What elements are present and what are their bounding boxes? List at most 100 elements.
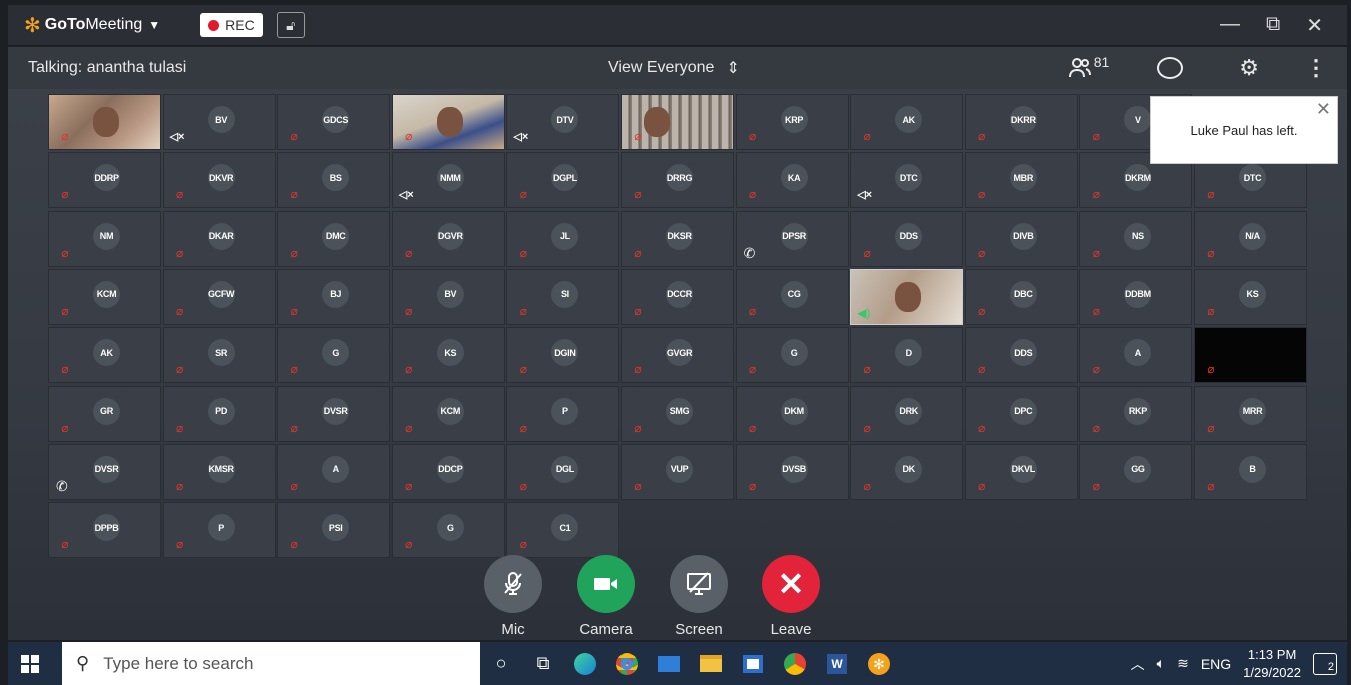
cortana-icon[interactable]: ○	[480, 642, 522, 685]
more-options-icon[interactable]: ⋮	[1305, 55, 1327, 81]
restore-button[interactable]: ⧉	[1266, 13, 1280, 38]
participant-tile[interactable]: DK ⌀	[850, 443, 964, 500]
participant-tile[interactable]: A ⌀	[1079, 327, 1193, 384]
participant-tile[interactable]: DTC ◁×	[850, 152, 964, 209]
participant-video[interactable]: ⌀	[391, 94, 505, 150]
participant-tile[interactable]: DGPL ⌀	[506, 152, 620, 209]
participant-tile[interactable]: PD ⌀	[162, 385, 276, 442]
participant-tile[interactable]: GCFW ⌀	[162, 268, 276, 325]
wifi-icon[interactable]: ≋	[1177, 655, 1189, 672]
participant-tile[interactable]: SR ⌀	[162, 327, 276, 384]
edge-icon[interactable]	[564, 642, 606, 685]
participant-tile[interactable]: RKP ⌀	[1079, 385, 1193, 442]
participant-tile[interactable]: DKAR ⌀	[162, 210, 276, 267]
participant-tile[interactable]: BJ ⌀	[277, 268, 391, 325]
chrome-profile-icon[interactable]	[774, 642, 816, 685]
participant-tile[interactable]: DPC ⌀	[964, 385, 1078, 442]
mail-icon[interactable]	[648, 642, 690, 685]
participant-tile[interactable]: DBC ⌀	[964, 268, 1078, 325]
mic-button[interactable]: Mic	[478, 555, 548, 638]
camera-button[interactable]: Camera	[571, 555, 641, 638]
participant-tile[interactable]: D ⌀	[850, 327, 964, 384]
participant-tile[interactable]: NS ⌀	[1079, 210, 1193, 267]
leave-button[interactable]: ✕ Leave	[756, 555, 826, 638]
chat-icon[interactable]	[1157, 57, 1184, 79]
app-menu[interactable]: ✻ GoTo Meeting ▼	[24, 13, 160, 38]
participant-tile[interactable]: KA ⌀	[735, 152, 849, 209]
participant-tile[interactable]: G ⌀	[277, 327, 391, 384]
participant-tile[interactable]: KMSR ⌀	[162, 443, 276, 500]
participant-tile[interactable]: C1 ⌀	[506, 502, 620, 559]
participant-tile[interactable]: DGVR ⌀	[391, 210, 505, 267]
participant-tile[interactable]: DIVB ⌀	[964, 210, 1078, 267]
taskbar-search-input[interactable]: ⚲ Type here to search	[62, 642, 480, 685]
participant-tile[interactable]: GG ⌀	[1079, 443, 1193, 500]
participant-tile[interactable]: NMM ◁×	[391, 152, 505, 209]
notification-center-icon[interactable]: 2	[1313, 652, 1337, 675]
participant-tile[interactable]: DGL ⌀	[506, 443, 620, 500]
participant-tile[interactable]: DGIN ⌀	[506, 327, 620, 384]
participant-tile[interactable]: KS ⌀	[1194, 268, 1307, 325]
participant-tile[interactable]: JL ⌀	[506, 210, 620, 267]
participant-tile[interactable]: PSI ⌀	[277, 502, 391, 559]
participant-tile[interactable]: DCCR ⌀	[621, 268, 734, 325]
participant-tile[interactable]: DTV ◁×	[506, 94, 620, 150]
participant-tile[interactable]: DPPB ⌀	[48, 502, 161, 559]
participant-tile[interactable]: B ⌀	[1194, 443, 1307, 500]
chrome-icon[interactable]	[606, 642, 648, 685]
participant-tile[interactable]: DKVL ⌀	[964, 443, 1078, 500]
file-explorer-icon[interactable]	[690, 642, 732, 685]
chevron-up-icon[interactable]: ︿	[1131, 654, 1145, 674]
participant-tile[interactable]: CG ⌀	[735, 268, 849, 325]
participant-tile[interactable]: G ⌀	[391, 502, 505, 559]
clock[interactable]: 1:13 PM 1/29/2022	[1243, 646, 1301, 682]
participant-tile[interactable]: DPSR ✆	[735, 210, 849, 267]
participant-tile[interactable]: NM ⌀	[48, 210, 161, 267]
participant-tile[interactable]: KCM ⌀	[391, 385, 505, 442]
participant-video-off[interactable]: ⌀	[1194, 327, 1307, 384]
participant-tile[interactable]: AK ⌀	[48, 327, 161, 384]
participant-tile[interactable]: DKM ⌀	[735, 385, 849, 442]
participant-tile[interactable]: DDS ⌀	[964, 327, 1078, 384]
participant-tile[interactable]: DDRP ⌀	[48, 152, 161, 209]
volume-icon[interactable]: 🔈︎	[1157, 655, 1165, 672]
gear-icon[interactable]: ⚙	[1239, 55, 1259, 81]
participant-tile[interactable]: DMC ⌀	[277, 210, 391, 267]
minimize-button[interactable]: —	[1220, 13, 1240, 38]
participant-tile[interactable]: DVSR ✆	[48, 443, 161, 500]
participant-tile[interactable]: GDCS ⌀	[277, 94, 391, 150]
participant-tile[interactable]: SMG ⌀	[621, 385, 734, 442]
record-button[interactable]: REC	[200, 13, 263, 37]
participant-tile[interactable]: KRP ⌀	[735, 94, 849, 150]
participant-tile[interactable]: KCM ⌀	[48, 268, 161, 325]
lock-icon[interactable]: 🔓︎	[276, 12, 305, 38]
participant-tile[interactable]: KS ⌀	[391, 327, 505, 384]
participant-tile[interactable]: DRK ⌀	[850, 385, 964, 442]
windows-start-icon[interactable]	[8, 654, 52, 673]
participant-tile[interactable]: DDBM ⌀	[1079, 268, 1193, 325]
participant-tile[interactable]: A ⌀	[277, 443, 391, 500]
participant-tile[interactable]: BS ⌀	[277, 152, 391, 209]
participant-tile[interactable]: AK ⌀	[850, 94, 964, 150]
participant-tile[interactable]: MBR ⌀	[964, 152, 1078, 209]
attendees-button[interactable]: 81	[1068, 54, 1109, 79]
word-icon[interactable]: W	[816, 642, 858, 685]
task-view-icon[interactable]: ⧉	[522, 642, 564, 685]
participant-tile[interactable]: SI ⌀	[506, 268, 620, 325]
participant-tile[interactable]: DRRG ⌀	[621, 152, 734, 209]
participant-tile[interactable]: DDS ⌀	[850, 210, 964, 267]
participant-tile[interactable]: DKRR ⌀	[964, 94, 1078, 150]
close-icon[interactable]: ✕	[1316, 99, 1331, 120]
participant-video[interactable]: ⌀	[48, 94, 161, 150]
participant-tile[interactable]: GVGR ⌀	[621, 327, 734, 384]
participant-tile[interactable]: MRR ⌀	[1194, 385, 1307, 442]
participant-tile[interactable]: DKSR ⌀	[621, 210, 734, 267]
participant-tile[interactable]: DKVR ⌀	[162, 152, 276, 209]
participant-tile[interactable]: P ⌀	[162, 502, 276, 559]
participant-tile[interactable]: G ⌀	[735, 327, 849, 384]
close-button[interactable]: ✕	[1306, 13, 1323, 38]
participant-tile[interactable]: GR ⌀	[48, 385, 161, 442]
participant-video[interactable]: ◀)	[850, 268, 964, 325]
participant-tile[interactable]: N/A ⌀	[1194, 210, 1307, 267]
participant-tile[interactable]: BV ◁×	[162, 94, 276, 150]
